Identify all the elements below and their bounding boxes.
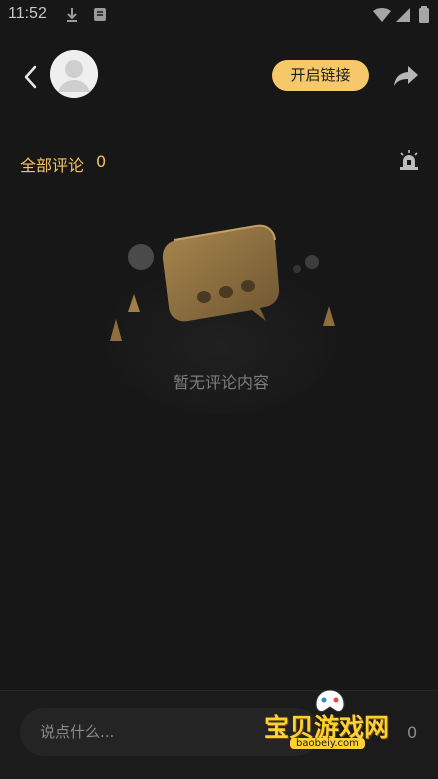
empty-state: 暂无评论内容 xyxy=(96,214,346,424)
status-time: 11:52 xyxy=(8,5,47,22)
watermark: 宝贝游戏网 baobeiy.com xyxy=(262,686,412,756)
open-link-button[interactable]: 开启链接 xyxy=(272,60,369,91)
battery-icon xyxy=(418,6,430,28)
share-button[interactable] xyxy=(391,63,421,89)
comment-header: 全部评论 0 xyxy=(20,148,420,176)
watermark-site: baobeiy.com xyxy=(290,738,365,749)
avatar[interactable] xyxy=(50,50,98,98)
back-button[interactable] xyxy=(14,60,48,94)
signal-icon xyxy=(395,6,411,28)
top-bar: 开启链接 xyxy=(0,40,438,110)
share-icon xyxy=(394,66,418,86)
chevron-left-icon xyxy=(24,65,37,89)
alarm-icon xyxy=(400,150,418,170)
download-icon xyxy=(64,6,80,28)
comment-count: 0 xyxy=(96,152,107,171)
notification-icon xyxy=(92,6,108,28)
comment-title: 全部评论 xyxy=(20,156,85,175)
status-bar: 11:52 xyxy=(0,0,438,30)
report-button[interactable] xyxy=(398,148,420,172)
wifi-icon xyxy=(372,6,392,28)
empty-message: 暂无评论内容 xyxy=(172,373,269,392)
user-avatar-icon xyxy=(50,50,98,98)
